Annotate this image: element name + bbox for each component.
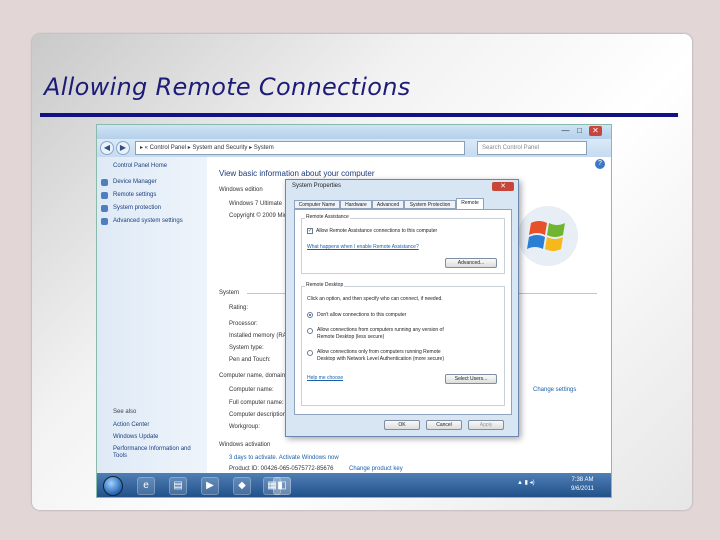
window-titlebar: — □ ✕	[97, 125, 611, 139]
allow-remote-assistance-checkbox[interactable]: ✓	[307, 228, 313, 234]
clock-time: 7:38 AM	[571, 477, 594, 483]
help-me-choose-link[interactable]: Help me choose	[307, 375, 343, 381]
paint-icon[interactable]: ◆	[233, 477, 251, 495]
back-button[interactable]: ◀	[100, 141, 114, 155]
sidebar-item-remote-settings[interactable]: Remote settings	[113, 192, 156, 198]
title-underline	[40, 113, 678, 117]
radio-allow-any-version[interactable]	[307, 328, 313, 334]
dialog-close-button[interactable]: ✕	[492, 182, 514, 191]
option-dont-allow-label: Don't allow connections to this computer	[317, 312, 407, 318]
change-settings-link[interactable]: Change settings	[533, 387, 576, 393]
remote-tab-panel: Remote Assistance ✓ Allow Remote Assista…	[294, 209, 512, 415]
shield-icon	[101, 205, 108, 212]
advanced-button[interactable]: Advanced...	[445, 258, 497, 268]
remote-desktop-instructions: Click an option, and then specify who ca…	[307, 296, 443, 302]
select-users-button[interactable]: Select Users...	[445, 374, 497, 384]
radio-allow-nla-only[interactable]	[307, 350, 313, 356]
option-allow-any-label-2: Remote Desktop (less secure)	[317, 334, 385, 340]
see-also-label: See also	[113, 409, 137, 415]
computer-row: Full computer name:	[229, 400, 284, 406]
option-nla-label: Allow connections only from computers ru…	[317, 349, 441, 355]
shield-icon	[101, 179, 108, 186]
remote-desktop-label: Remote Desktop	[305, 282, 345, 288]
sidebar-item-system-protection[interactable]: System protection	[113, 205, 161, 211]
close-button[interactable]: ✕	[589, 126, 602, 136]
forward-button[interactable]: ▶	[116, 141, 130, 155]
computer-row: Workgroup:	[229, 424, 260, 430]
folder-icon[interactable]: ▤	[169, 477, 187, 495]
sidebar-item-advanced-settings[interactable]: Advanced system settings	[113, 218, 183, 224]
search-input[interactable]: Search Control Panel	[477, 141, 587, 155]
help-icon[interactable]: ?	[595, 159, 605, 169]
remote-desktop-group	[301, 286, 505, 406]
taskbar-clock[interactable]: 7:38 AM 9/6/2011	[571, 476, 594, 494]
activation-section-label: Windows activation	[219, 442, 271, 448]
address-toolbar: ◀ ▶ ▸ « Control Panel ▸ System and Secur…	[97, 139, 611, 157]
internet-explorer-icon[interactable]: e	[137, 477, 155, 495]
page-heading: View basic information about your comput…	[219, 169, 375, 178]
tab-system-protection[interactable]: System Protection	[404, 200, 456, 209]
computer-row: Computer description:	[229, 412, 288, 418]
address-breadcrumb[interactable]: ▸ « Control Panel ▸ System and Security …	[135, 141, 465, 155]
sidebar: Control Panel Home Device Manager Remote…	[97, 157, 207, 473]
slide-frame: Allowing Remote Connections — □ ✕ ◀ ▶ ▸ …	[0, 0, 720, 540]
tab-hardware[interactable]: Hardware	[340, 200, 372, 209]
start-button[interactable]	[103, 476, 123, 496]
system-row: Rating:	[229, 305, 249, 311]
see-also-windows-update[interactable]: Windows Update	[113, 434, 158, 440]
sidebar-item-device-manager[interactable]: Device Manager	[113, 179, 157, 185]
sidebar-control-panel-home[interactable]: Control Panel Home	[113, 163, 167, 169]
shield-icon	[101, 192, 108, 199]
system-section-label: System	[219, 290, 240, 296]
change-product-key-link[interactable]: Change product key	[349, 466, 403, 472]
system-row: Pen and Touch:	[229, 357, 271, 363]
edition-section-label: Windows edition	[219, 187, 263, 193]
ok-button[interactable]: OK	[384, 420, 420, 430]
allow-remote-assistance-label: Allow Remote Assistance connections to t…	[316, 228, 438, 234]
clock-date: 9/6/2011	[571, 486, 594, 492]
activate-windows-link[interactable]: 3 days to activate. Activate Windows now	[229, 455, 339, 461]
windows-logo	[518, 206, 578, 266]
maximize-button[interactable]: □	[573, 126, 586, 136]
option-allow-any-label: Allow connections from computers running…	[317, 327, 444, 333]
option-nla-label-2: Desktop with Network Level Authenticatio…	[317, 356, 445, 362]
system-tray-icons[interactable]: ▲ ▮ ◂)	[517, 479, 535, 486]
edition-name: Windows 7 Ultimate	[229, 201, 283, 207]
tab-computer-name[interactable]: Computer Name	[294, 200, 340, 209]
see-also-performance[interactable]: Performance Information and Tools	[113, 446, 203, 460]
dialog-title: System Properties	[292, 183, 342, 189]
remote-assistance-info-link[interactable]: What happens when I enable Remote Assist…	[307, 244, 419, 250]
remote-assistance-label: Remote Assistance	[305, 214, 350, 220]
media-player-icon[interactable]: ▶	[201, 477, 219, 495]
see-also-action-center[interactable]: Action Center	[113, 422, 149, 428]
shield-icon	[101, 218, 108, 225]
system-row: System type:	[229, 345, 264, 351]
minimize-button[interactable]: —	[559, 126, 572, 136]
radio-dont-allow[interactable]	[307, 312, 313, 318]
system-window-screenshot: — □ ✕ ◀ ▶ ▸ « Control Panel ▸ System and…	[96, 124, 612, 498]
taskbar: e ▤ ▶ ◆ ▦ ◧ ▲ ▮ ◂) 7:38 AM 9/6/2011	[97, 473, 611, 497]
tab-remote[interactable]: Remote	[456, 198, 484, 209]
product-id: Product ID: 00426-065-0575772-85676	[229, 466, 334, 472]
apply-button[interactable]: Apply	[468, 420, 504, 430]
dialog-tabs: Computer Name Hardware Advanced System P…	[294, 198, 512, 209]
slide-title: Allowing Remote Connections	[44, 73, 411, 101]
system-row: Processor:	[229, 321, 258, 327]
tab-advanced[interactable]: Advanced	[372, 200, 404, 209]
cancel-button[interactable]: Cancel	[426, 420, 462, 430]
system-properties-dialog: System Properties ✕ Computer Name Hardwa…	[285, 179, 519, 437]
system-window-icon[interactable]: ◧	[273, 477, 291, 495]
computer-row: Computer name:	[229, 387, 274, 393]
